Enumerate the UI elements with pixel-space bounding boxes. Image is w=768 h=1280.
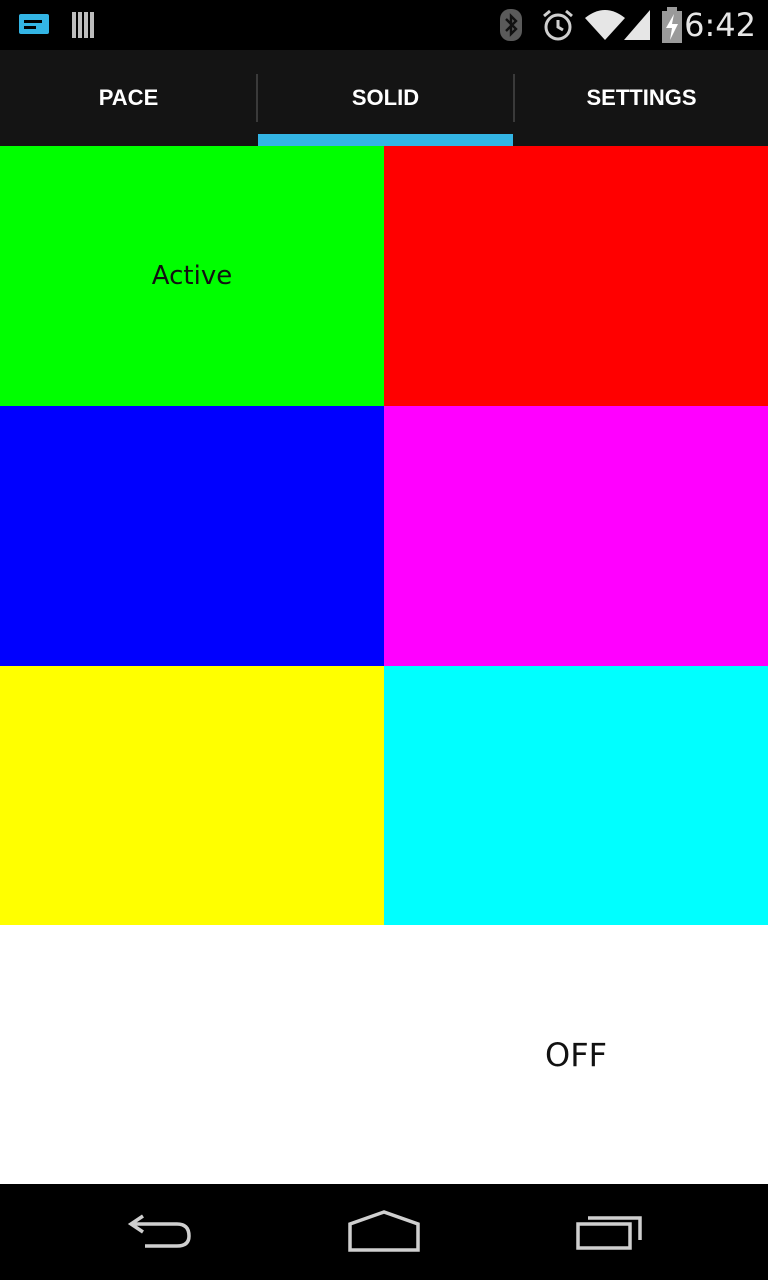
recent-apps-icon	[576, 1216, 642, 1250]
swatch-off[interactable]: OFF	[384, 925, 768, 1184]
swatch-label: Active	[151, 261, 233, 291]
swatch-cyan[interactable]	[384, 666, 768, 925]
back-icon	[127, 1214, 191, 1248]
back-button[interactable]	[80, 1184, 240, 1280]
clock: 6:42	[684, 6, 756, 44]
swatch-yellow[interactable]	[0, 666, 384, 925]
barcode-notification-icon	[72, 12, 94, 38]
swatch-label: OFF	[545, 1035, 607, 1074]
navigation-bar	[0, 1184, 768, 1280]
tab-pace[interactable]: PACE	[0, 50, 257, 146]
swatch-white[interactable]	[0, 925, 384, 1184]
cell-signal-icon	[624, 10, 650, 40]
status-bar: 6:42	[0, 0, 768, 50]
tab-solid[interactable]: SOLID	[258, 50, 513, 146]
swatch-red[interactable]	[384, 146, 768, 406]
message-notification-icon	[19, 14, 49, 34]
selected-tab-indicator	[258, 134, 513, 146]
swatch-magenta[interactable]	[384, 406, 768, 666]
swatch-blue[interactable]	[0, 406, 384, 666]
wifi-icon	[585, 10, 625, 40]
swatch-green[interactable]: Active	[0, 146, 384, 406]
battery-charging-icon	[662, 7, 682, 43]
bluetooth-icon	[500, 9, 522, 41]
home-icon	[348, 1210, 420, 1252]
alarm-icon	[543, 9, 573, 41]
recent-apps-button[interactable]	[530, 1184, 690, 1280]
home-button[interactable]	[304, 1184, 464, 1280]
color-grid: Active OFF	[0, 146, 768, 1184]
tab-settings[interactable]: SETTINGS	[515, 50, 768, 146]
tab-bar: PACE SOLID SETTINGS	[0, 50, 768, 146]
